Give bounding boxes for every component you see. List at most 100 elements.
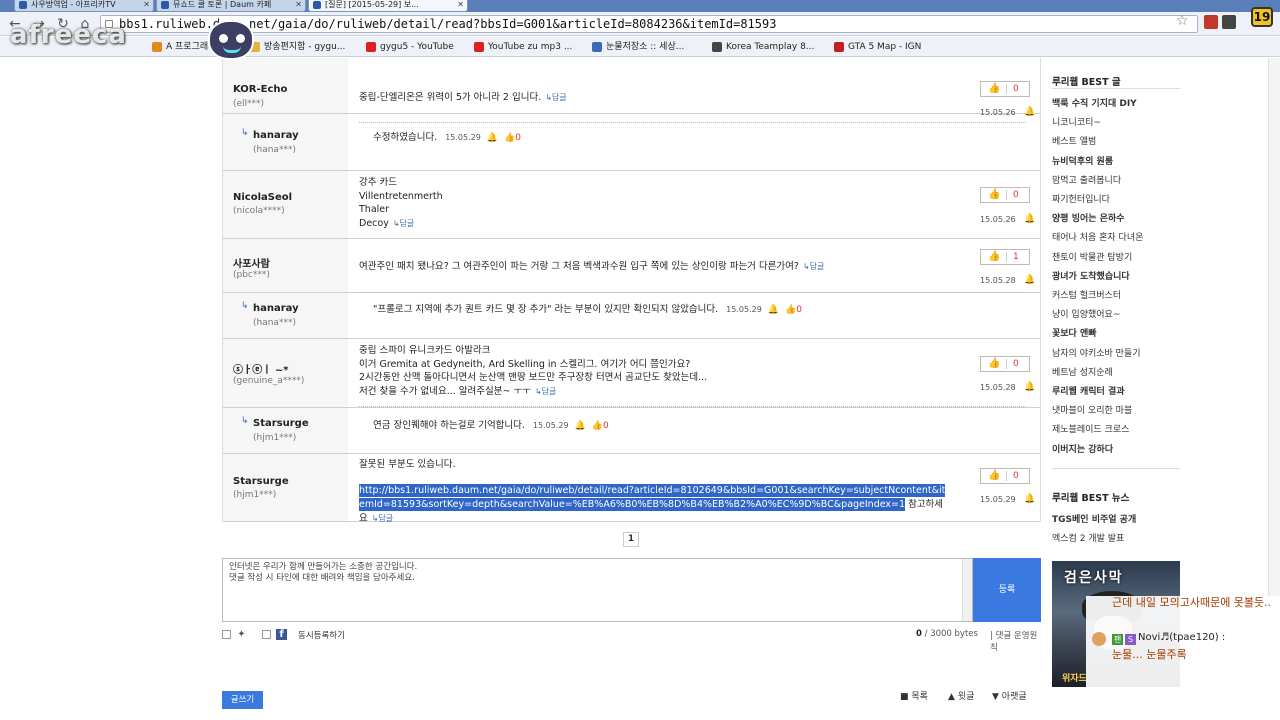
prev-post-link[interactable]: ▲ 윗글 — [948, 689, 974, 702]
best-post-item[interactable]: 베트남 성지순례 — [1052, 365, 1113, 378]
bookmark-item[interactable]: 방송편지함 - gygu... — [250, 40, 345, 54]
tab-2[interactable]: 뮤쇼드 쿨 토론 | Daum 카페 ✕ — [156, 0, 306, 12]
best-post-item[interactable]: 양평 빙어는 은하수 — [1052, 211, 1125, 224]
best-post-item[interactable]: 광녀가 도착했습니다 — [1052, 269, 1130, 282]
comment-author: ⓢㅏⓔㅣ ~* (genuine_a****) — [223, 339, 348, 407]
chat-nickname: Novi♬(tpae120) : — [1138, 632, 1226, 643]
best-post-item[interactable]: 챈토이 박물관 탐방기 — [1052, 250, 1132, 263]
best-post-item[interactable]: 짜기헌터입니다 — [1052, 192, 1110, 205]
news-item[interactable]: TGS베인 비주얼 공개 — [1052, 512, 1136, 525]
tab-3[interactable]: [질문] [2015-05-29] 보... ✕ — [308, 0, 468, 12]
best-post-item[interactable]: 꽃보다 앤빠 — [1052, 326, 1097, 339]
report-bell-icon[interactable]: 🔔 — [487, 133, 498, 143]
like-button[interactable]: 👍0 — [980, 81, 1030, 97]
best-post-item[interactable]: 뉴비덕후의 원룸 — [1052, 154, 1113, 167]
reply-link[interactable]: ↳답글 — [393, 219, 414, 228]
author-name[interactable]: KOR-Echo — [233, 84, 287, 95]
best-post-item[interactable]: 냥이 입양했어요~ — [1052, 307, 1120, 320]
reply-link[interactable]: ↳답글 — [372, 514, 393, 523]
age-rating-badge: 19 — [1251, 7, 1273, 27]
author-name[interactable]: NicolaSeol — [233, 192, 292, 203]
menu-icon[interactable] — [1222, 15, 1236, 29]
like-count: 0 — [1013, 84, 1019, 94]
best-post-item[interactable]: 루리웹 캐릭터 결과 — [1052, 384, 1125, 397]
best-post-item[interactable]: 이버지는 강하다 — [1052, 442, 1113, 455]
comment-text: 여관주인 패치 됐나요? 그 여관주인이 파는 거랑 그 처음 벡색과수원 입구… — [359, 261, 825, 272]
thumbs-up-icon: 👍 — [988, 251, 1001, 262]
extension-icon[interactable] — [1204, 15, 1218, 29]
best-post-item[interactable]: 태어나 처음 혼자 다녀온 — [1052, 230, 1143, 243]
pagination-current[interactable]: 1 — [623, 532, 639, 547]
facebook-icon: f — [276, 629, 287, 640]
comment-author: KOR-Echo (ell***) — [223, 58, 348, 113]
like-button[interactable]: 👍0 — [980, 356, 1030, 372]
author-id: (hana***) — [253, 318, 296, 328]
comment-text: 강추 카드 Villentretenmerth Thaler Decoy ↳답글 — [359, 177, 443, 229]
bookmark-item[interactable]: GTA 5 Map - IGN — [834, 40, 921, 54]
close-icon[interactable]: ✕ — [457, 0, 464, 10]
best-post-item[interactable]: 베스트 앨범 — [1052, 134, 1096, 147]
like-button[interactable]: 👍0 — [980, 187, 1030, 203]
report-bell-icon[interactable]: 🔔 — [1024, 275, 1035, 285]
tab-strip: 사우방역업 - 아프리카TV ✕ 뮤쇼드 쿨 토론 | Daum 카페 ✕ [질… — [0, 0, 1280, 12]
reply-row: ↳ Starsurge (hjm1***) 연금 장인퀘해야 하는걸로 기억합니… — [223, 408, 1040, 454]
youtube-icon — [366, 42, 376, 52]
report-bell-icon[interactable]: 🔔 — [1024, 382, 1035, 392]
fan-badge-icon: 팬 — [1112, 634, 1123, 645]
like-button[interactable]: 👍0 — [980, 468, 1030, 484]
best-post-item[interactable]: 맘먹고 출려봅니다 — [1052, 173, 1121, 186]
report-bell-icon[interactable]: 🔔 — [768, 305, 779, 315]
author-name[interactable]: hanaray — [253, 130, 299, 141]
address-bar[interactable]: bbs1.ruliweb.daum.net/gaia/do/ruliweb/de… — [100, 15, 1198, 33]
tab-1[interactable]: 사우방역업 - 아프리카TV ✕ — [14, 0, 154, 12]
next-post-link[interactable]: ▼ 아랫글 — [992, 689, 1027, 702]
best-post-item[interactable]: 냇마블이 오리한 마블 — [1052, 403, 1132, 416]
comment-policy-link[interactable]: | 댓글 운영원칙 — [990, 629, 1041, 653]
reply-arrow-icon: ↳ — [241, 128, 249, 138]
best-post-item[interactable]: 커스텀 헐크버스터 — [1052, 288, 1121, 301]
bookmark-item[interactable]: gygu5 - YouTube — [366, 40, 454, 54]
like-button[interactable]: 👍0 — [592, 421, 609, 431]
author-name[interactable]: hanaray — [253, 303, 299, 314]
author-name[interactable]: Starsurge — [233, 476, 289, 487]
comment-placeholder: 인터넷은 우리가 함께 만들어가는 소중한 공간입니다. 댓글 작성 시 타인에… — [229, 562, 418, 583]
author-name[interactable]: Starsurge — [253, 418, 309, 429]
bookmark-item[interactable]: Korea Teamplay 8... — [712, 40, 814, 54]
write-button[interactable]: 글쓰기 — [222, 691, 263, 709]
best-post-item[interactable]: 제노블레이드 크로스 — [1052, 422, 1129, 435]
thumbs-up-icon: 👍 — [988, 83, 1001, 94]
author-id: (hjm1***) — [253, 433, 297, 443]
facebook-checkbox[interactable] — [262, 630, 271, 639]
comment-input[interactable]: 인터넷은 우리가 함께 만들어가는 소중한 공간입니다. 댓글 작성 시 타인에… — [222, 558, 973, 622]
divider — [359, 406, 1026, 407]
editor-scrollbar[interactable] — [962, 559, 972, 621]
bookmark-item[interactable]: YouTube zu mp3 ... — [474, 40, 572, 54]
list-link[interactable]: ■ 목록 — [900, 689, 928, 702]
submit-button[interactable]: 등록 — [973, 558, 1041, 622]
highlighted-link[interactable]: http://bbs1.ruliweb.daum.net/gaia/do/rul… — [359, 484, 946, 511]
like-button[interactable]: 👍0 — [504, 133, 521, 143]
best-post-item[interactable]: 백룩 수직 기지대 DIY — [1052, 96, 1137, 109]
reply-link[interactable]: ↳답글 — [545, 93, 566, 102]
like-button[interactable]: 👍0 — [785, 305, 802, 315]
close-icon[interactable]: ✕ — [295, 0, 302, 10]
best-post-item[interactable]: 남자의 야키소바 만들기 — [1052, 346, 1141, 359]
best-post-item[interactable]: 니코니코티~ — [1052, 115, 1101, 128]
twitter-checkbox[interactable] — [222, 630, 231, 639]
report-bell-icon[interactable]: 🔔 — [1024, 214, 1035, 224]
reply-link[interactable]: ↳답글 — [535, 387, 556, 396]
author-name[interactable]: 사포사람 — [233, 255, 270, 270]
author-name[interactable]: ⓢㅏⓔㅣ ~* — [233, 361, 289, 376]
chat-avatar-icon — [1092, 632, 1106, 646]
reply-link[interactable]: ↳답글 — [803, 262, 824, 271]
arrow-down-icon: ▼ — [992, 692, 999, 702]
like-button[interactable]: 👍 1 — [980, 249, 1030, 265]
news-item[interactable]: 엑스컴 2 개발 발표 — [1052, 531, 1124, 544]
report-bell-icon[interactable]: 🔔 — [1024, 494, 1035, 504]
close-icon[interactable]: ✕ — [143, 0, 150, 10]
bookmark-item[interactable]: A 프로그래머 — [152, 40, 216, 54]
bookmark-item[interactable]: 눈물저장소 :: 세상... — [592, 40, 684, 54]
page-scrollbar[interactable] — [1268, 58, 1280, 598]
report-bell-icon[interactable]: 🔔 — [575, 421, 586, 431]
bookmark-star-icon[interactable]: ☆ — [1176, 13, 1189, 29]
